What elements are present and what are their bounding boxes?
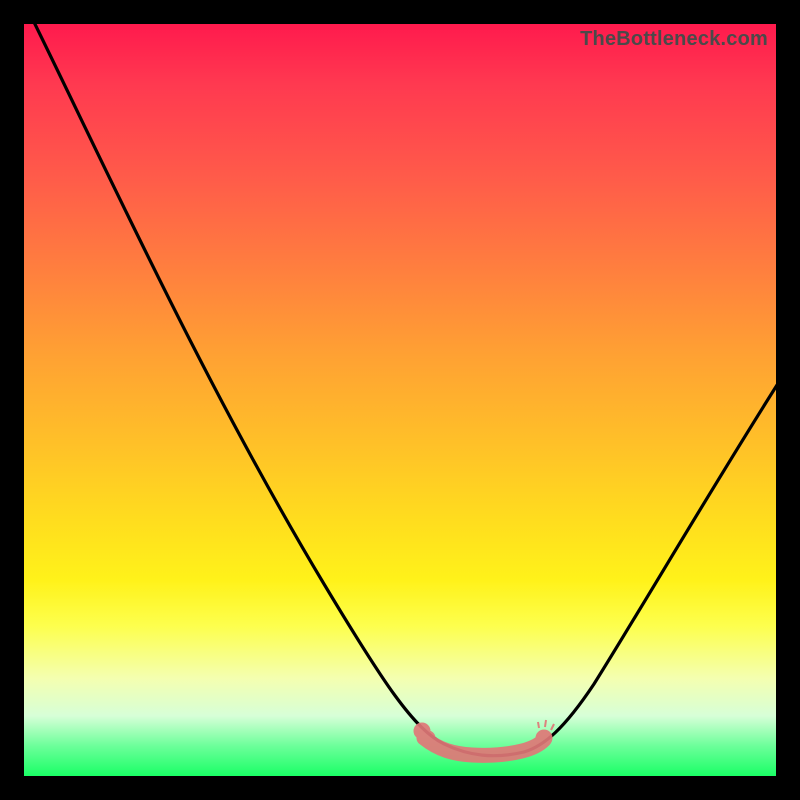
curve-layer	[24, 24, 776, 776]
chart-frame: TheBottleneck.com	[0, 0, 800, 800]
flat-highlight-path	[414, 720, 554, 755]
plot-area: TheBottleneck.com	[24, 24, 776, 776]
bottleneck-curve-path	[30, 24, 776, 756]
